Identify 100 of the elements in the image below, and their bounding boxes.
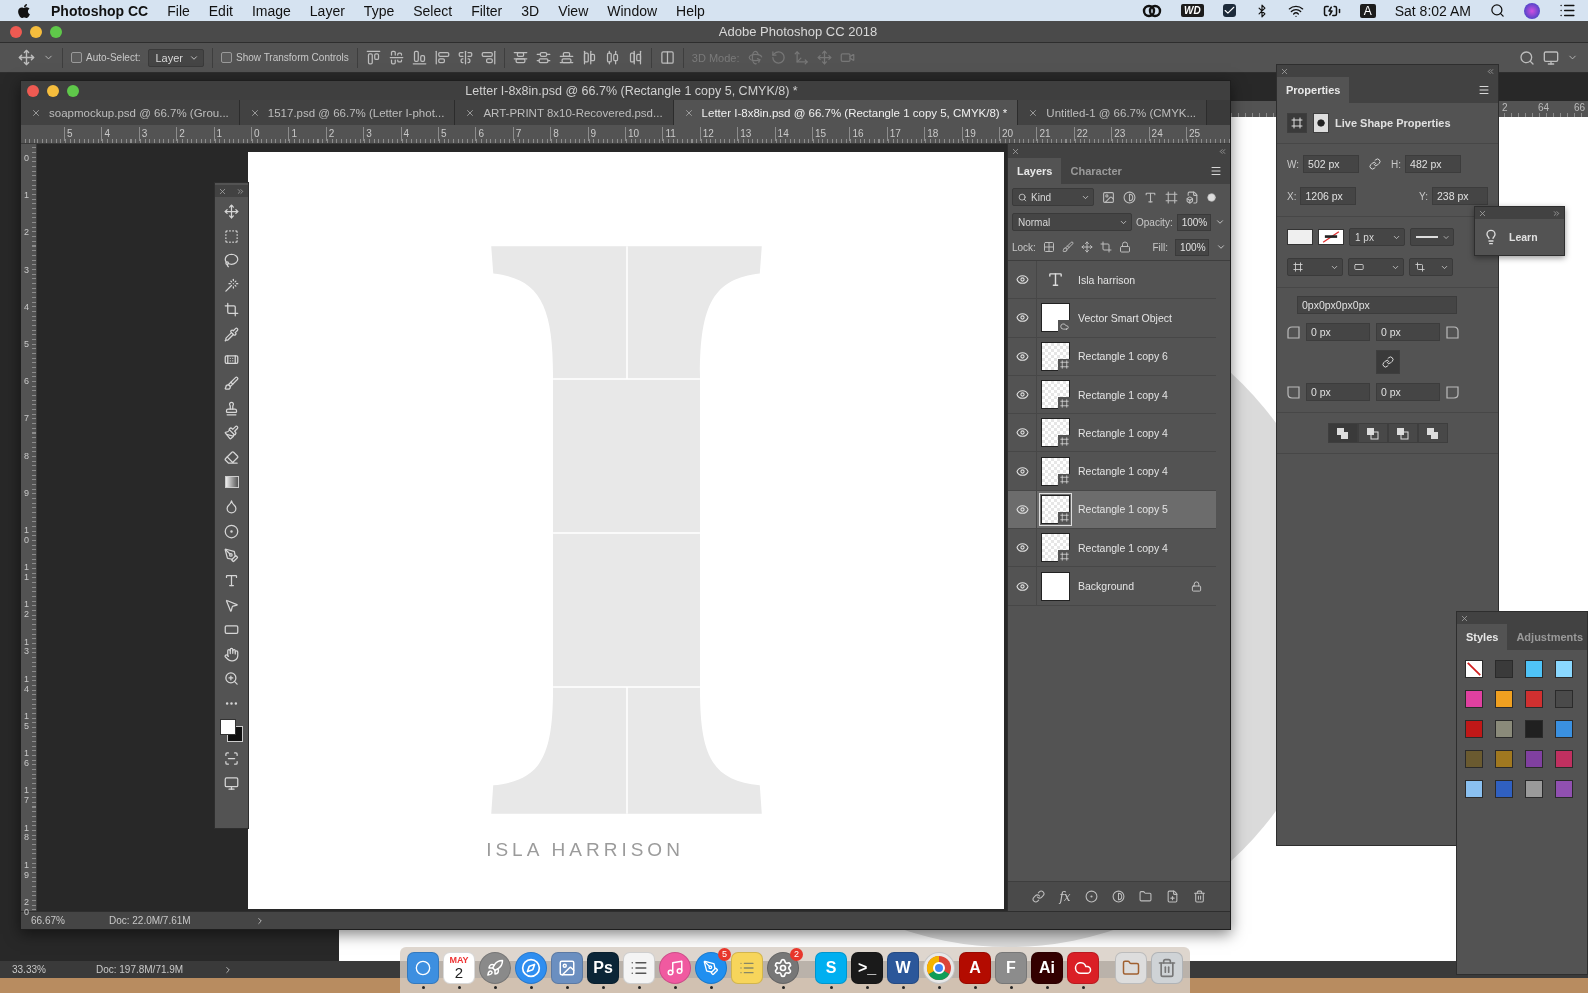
image-icon[interactable] xyxy=(1102,190,1115,204)
toggle-icon[interactable] xyxy=(1207,192,1216,202)
menu-icon[interactable] xyxy=(1478,84,1490,96)
compass-icon[interactable] xyxy=(515,951,547,984)
shape-icon[interactable] xyxy=(1287,113,1307,133)
style-swatch[interactable] xyxy=(1495,720,1513,738)
eye-icon[interactable] xyxy=(1015,579,1029,593)
close-icon[interactable] xyxy=(1028,107,1039,118)
close-icon[interactable] xyxy=(683,107,694,118)
rings-icon[interactable] xyxy=(1142,3,1163,18)
close-button[interactable] xyxy=(27,84,39,97)
layer-row[interactable]: Background xyxy=(1008,567,1216,606)
folder-icon[interactable] xyxy=(1138,890,1152,903)
checkmark-icon[interactable] xyxy=(1222,4,1236,17)
contrast-icon[interactable] xyxy=(1123,190,1136,204)
menu-icon[interactable] xyxy=(1210,165,1222,177)
style-swatch[interactable] xyxy=(1555,750,1573,768)
style-swatch[interactable] xyxy=(1525,750,1543,768)
caret-icon[interactable] xyxy=(1216,242,1226,252)
collapse-icon[interactable] xyxy=(1486,66,1495,76)
close-icon[interactable] xyxy=(1280,66,1289,76)
input-source-badge[interactable]: A xyxy=(1359,3,1376,18)
eye-icon[interactable] xyxy=(1015,273,1029,287)
gear-icon[interactable] xyxy=(767,951,799,984)
radius-field[interactable]: 0 px xyxy=(1376,323,1440,341)
layer-row[interactable]: Rectangle 1 copy 4 xyxy=(1008,452,1216,491)
style-swatch[interactable] xyxy=(1465,720,1483,738)
style-swatch[interactable] xyxy=(1465,750,1483,768)
document-tab[interactable]: Untitled-1 @ 66.7% (CMYK... xyxy=(1018,100,1208,125)
align-right-icon[interactable] xyxy=(480,50,496,65)
style-swatch[interactable] xyxy=(1525,660,1543,678)
app-menu[interactable]: Photoshop CC xyxy=(51,2,149,19)
trash-icon[interactable] xyxy=(1151,951,1183,984)
style-swatch[interactable] xyxy=(1525,690,1543,708)
menu-item[interactable]: Help xyxy=(676,2,705,19)
lock-icon[interactable] xyxy=(1118,241,1131,253)
close-button[interactable] xyxy=(10,25,22,38)
height-field[interactable]: 482 px xyxy=(1405,155,1462,173)
app-icon[interactable]: A xyxy=(959,951,991,984)
layer-row[interactable]: Rectangle 1 copy 4 xyxy=(1008,529,1216,568)
eye-icon[interactable] xyxy=(1015,426,1029,440)
fill-swatch[interactable] xyxy=(1287,229,1313,245)
stroke-corners-dropdown[interactable] xyxy=(1409,258,1453,276)
close-icon[interactable] xyxy=(249,107,260,118)
align-center-icon[interactable] xyxy=(457,50,473,65)
app-icon[interactable]: W xyxy=(887,951,919,984)
search-icon[interactable] xyxy=(1490,3,1505,18)
trash-icon[interactable] xyxy=(1192,890,1206,903)
zoom-level[interactable]: 66.67% xyxy=(31,915,65,926)
photo-icon[interactable] xyxy=(551,951,583,984)
music-icon[interactable] xyxy=(659,951,691,984)
combine-icon[interactable] xyxy=(1327,423,1358,443)
link-button[interactable] xyxy=(1375,350,1400,374)
checker-icon[interactable] xyxy=(1042,241,1055,253)
document-tab[interactable]: Letter I-8x8in.psd @ 66.7% (Rectangle 1 copy 5, CMYK/8) * xyxy=(673,100,1019,125)
distribute-top-icon[interactable] xyxy=(512,50,528,65)
stroke-width-dropdown[interactable]: 1 px xyxy=(1349,228,1405,246)
minimize-button[interactable] xyxy=(30,25,42,38)
frame-icon[interactable] xyxy=(1099,241,1112,253)
radius-summary-field[interactable]: 0px0px0px0px xyxy=(1297,296,1457,314)
style-swatch[interactable] xyxy=(1525,720,1543,738)
menu-item[interactable]: Image xyxy=(251,2,291,19)
style-swatch[interactable] xyxy=(1465,690,1483,708)
menu-item[interactable]: Window xyxy=(607,2,658,19)
layer-dropdown[interactable]: Layer xyxy=(148,48,204,67)
foreground-color-swatch[interactable] xyxy=(219,719,236,736)
align-middle-icon[interactable] xyxy=(388,50,404,65)
document-tab[interactable]: ART-PRINT 8x10-Recovered.psd... xyxy=(455,100,674,125)
style-swatch[interactable] xyxy=(1495,780,1513,798)
panel-title[interactable]: Learn xyxy=(1509,231,1538,243)
subtract-icon[interactable] xyxy=(1357,423,1388,443)
apple-logo-icon[interactable] xyxy=(16,2,32,19)
menu-item[interactable]: Layer xyxy=(309,2,345,19)
blend-mode-dropdown[interactable]: Normal xyxy=(1012,213,1132,231)
style-swatch[interactable] xyxy=(1525,780,1543,798)
status-badge[interactable]: WD xyxy=(1181,4,1204,17)
close-icon[interactable] xyxy=(1011,146,1020,156)
file-icon[interactable] xyxy=(1186,190,1199,204)
close-icon[interactable] xyxy=(1478,208,1487,218)
radius-field[interactable]: 0 px xyxy=(1306,323,1370,341)
distribute-left-icon[interactable] xyxy=(581,50,597,65)
intersect-icon[interactable] xyxy=(1387,423,1418,443)
browser-icon[interactable] xyxy=(923,951,955,984)
cloud-icon[interactable] xyxy=(1067,951,1099,984)
type-icon[interactable] xyxy=(1144,190,1157,204)
opacity-field[interactable]: 100% xyxy=(1176,213,1211,231)
filter-dropdown[interactable]: Kind xyxy=(1012,188,1094,206)
distribute-middle-icon[interactable] xyxy=(535,50,551,65)
stroke-caps-dropdown[interactable] xyxy=(1348,258,1404,276)
eye-icon[interactable] xyxy=(1015,502,1029,516)
menu-item[interactable]: File xyxy=(167,2,190,19)
zoom-button[interactable] xyxy=(50,25,62,38)
document-tab[interactable]: soapmockup.psd @ 66.7% (Grou... xyxy=(21,100,240,125)
align-top-icon[interactable] xyxy=(365,50,381,65)
menu-item[interactable]: 3D xyxy=(521,2,540,19)
expand-icon[interactable] xyxy=(236,186,245,196)
panel-tab[interactable]: Styles xyxy=(1457,624,1508,650)
style-swatch[interactable] xyxy=(1555,690,1573,708)
style-swatch[interactable] xyxy=(1495,750,1513,768)
width-field[interactable]: 502 px xyxy=(1303,155,1360,173)
